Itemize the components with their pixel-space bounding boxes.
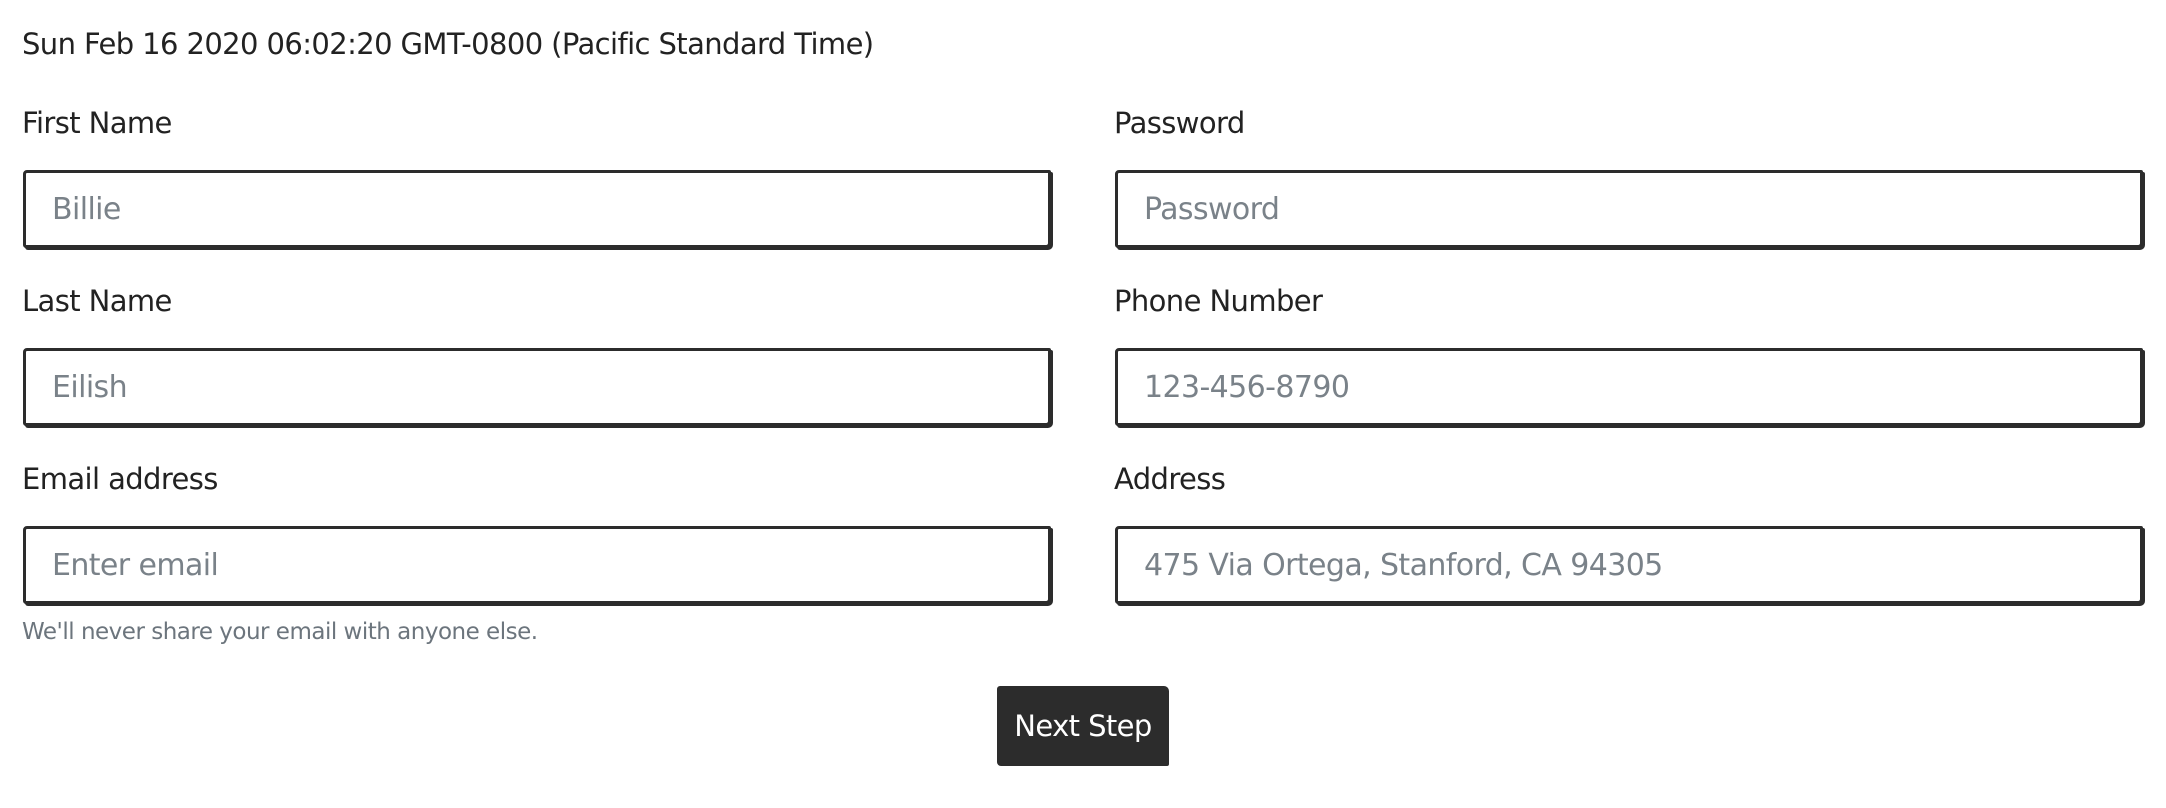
password-label: Password	[1114, 106, 1245, 140]
last-name-group: Last Name	[22, 281, 1054, 459]
email-group: Email address	[22, 459, 1054, 637]
next-step-button[interactable]: Next Step	[997, 686, 1169, 766]
phone-input[interactable]	[1115, 348, 2143, 426]
timestamp-text: Sun Feb 16 2020 06:02:20 GMT-0800 (Pacif…	[22, 27, 874, 61]
form-left-column: First Name Last Name Email address	[22, 103, 1054, 637]
first-name-label: First Name	[22, 106, 172, 140]
email-input[interactable]	[23, 526, 1051, 604]
password-group: Password	[1114, 103, 2146, 281]
phone-label: Phone Number	[1114, 284, 1323, 318]
last-name-input[interactable]	[23, 348, 1051, 426]
first-name-input[interactable]	[23, 170, 1051, 248]
address-group: Address	[1114, 459, 2146, 637]
last-name-label: Last Name	[22, 284, 172, 318]
email-help-text: We'll never share your email with anyone…	[22, 619, 538, 645]
first-name-group: First Name	[22, 103, 1054, 281]
address-label: Address	[1114, 462, 1226, 496]
address-input[interactable]	[1115, 526, 2143, 604]
phone-group: Phone Number	[1114, 281, 2146, 459]
form-right-column: Password Phone Number Address	[1114, 103, 2146, 637]
password-input[interactable]	[1115, 170, 2143, 248]
email-label: Email address	[22, 462, 218, 496]
